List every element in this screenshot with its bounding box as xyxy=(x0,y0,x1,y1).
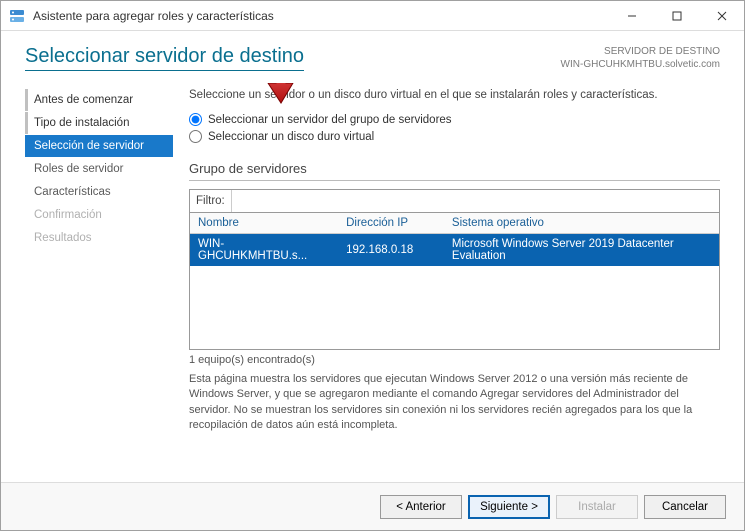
destination-info: SERVIDOR DE DESTINO WIN-GHCUHKMHTBU.solv… xyxy=(561,45,720,71)
footer: < Anterior Siguiente > Instalar Cancelar xyxy=(1,482,744,530)
description-text: Esta página muestra los servidores que e… xyxy=(189,372,720,434)
server-pool-group: Grupo de servidores Filtro: Nombre Direc… xyxy=(189,161,720,372)
destination-server: WIN-GHCUHKMHTBU.solvetic.com xyxy=(561,58,720,71)
cell-name: WIN-GHCUHKMHTBU.s... xyxy=(190,234,338,267)
window-title: Asistente para agregar roles y caracterí… xyxy=(33,9,609,23)
wizard-step-1[interactable]: Tipo de instalación xyxy=(25,112,173,134)
maximize-button[interactable] xyxy=(654,1,699,31)
radio-select-server-pool[interactable]: Seleccionar un servidor del grupo de ser… xyxy=(189,113,720,126)
wizard-step-4[interactable]: Características xyxy=(25,181,173,203)
radio-select-vhd-label: Seleccionar un disco duro virtual xyxy=(208,131,374,143)
cell-os: Microsoft Windows Server 2019 Datacenter… xyxy=(444,234,719,267)
server-pool-legend: Grupo de servidores xyxy=(189,161,720,181)
filter-input[interactable] xyxy=(231,190,719,212)
header: Seleccionar servidor de destino SERVIDOR… xyxy=(1,31,744,83)
close-button[interactable] xyxy=(699,1,744,31)
col-name[interactable]: Nombre xyxy=(190,213,338,234)
cancel-button[interactable]: Cancelar xyxy=(644,495,726,519)
wizard-steps-sidebar: Antes de comenzarTipo de instalaciónSele… xyxy=(1,83,173,482)
previous-button[interactable]: < Anterior xyxy=(380,495,462,519)
next-button[interactable]: Siguiente > xyxy=(468,495,550,519)
destination-label: SERVIDOR DE DESTINO xyxy=(561,45,720,58)
col-ip[interactable]: Dirección IP xyxy=(338,213,444,234)
result-count: 1 equipo(s) encontrado(s) xyxy=(189,354,720,366)
instruction-text: Seleccione un servidor o un disco duro v… xyxy=(189,89,720,101)
wizard-step-2[interactable]: Selección de servidor xyxy=(25,135,173,157)
radio-select-vhd[interactable]: Seleccionar un disco duro virtual xyxy=(189,130,720,143)
main-panel: Seleccione un servidor o un disco duro v… xyxy=(173,83,744,482)
page-title: Seleccionar servidor de destino xyxy=(25,45,304,71)
table-header-row: Nombre Dirección IP Sistema operativo xyxy=(190,213,719,234)
server-manager-icon xyxy=(9,8,25,24)
minimize-button[interactable] xyxy=(609,1,654,31)
filter-label: Filtro: xyxy=(190,195,231,207)
filter-row: Filtro: xyxy=(189,189,720,212)
radio-select-server-pool-label: Seleccionar un servidor del grupo de ser… xyxy=(208,114,452,126)
server-table: Nombre Dirección IP Sistema operativo WI… xyxy=(189,212,720,350)
col-os[interactable]: Sistema operativo xyxy=(444,213,719,234)
radio-select-vhd-input[interactable] xyxy=(189,130,202,143)
table-row[interactable]: WIN-GHCUHKMHTBU.s...192.168.0.18Microsof… xyxy=(190,234,719,267)
wizard-step-3[interactable]: Roles de servidor xyxy=(25,158,173,180)
wizard-step-0[interactable]: Antes de comenzar xyxy=(25,89,173,111)
install-button[interactable]: Instalar xyxy=(556,495,638,519)
cell-ip: 192.168.0.18 xyxy=(338,234,444,267)
wizard-step-6: Resultados xyxy=(25,227,173,249)
titlebar: Asistente para agregar roles y caracterí… xyxy=(1,1,744,31)
wizard-window: Asistente para agregar roles y caracterí… xyxy=(0,0,745,531)
wizard-step-5: Confirmación xyxy=(25,204,173,226)
radio-select-server-pool-input[interactable] xyxy=(189,113,202,126)
